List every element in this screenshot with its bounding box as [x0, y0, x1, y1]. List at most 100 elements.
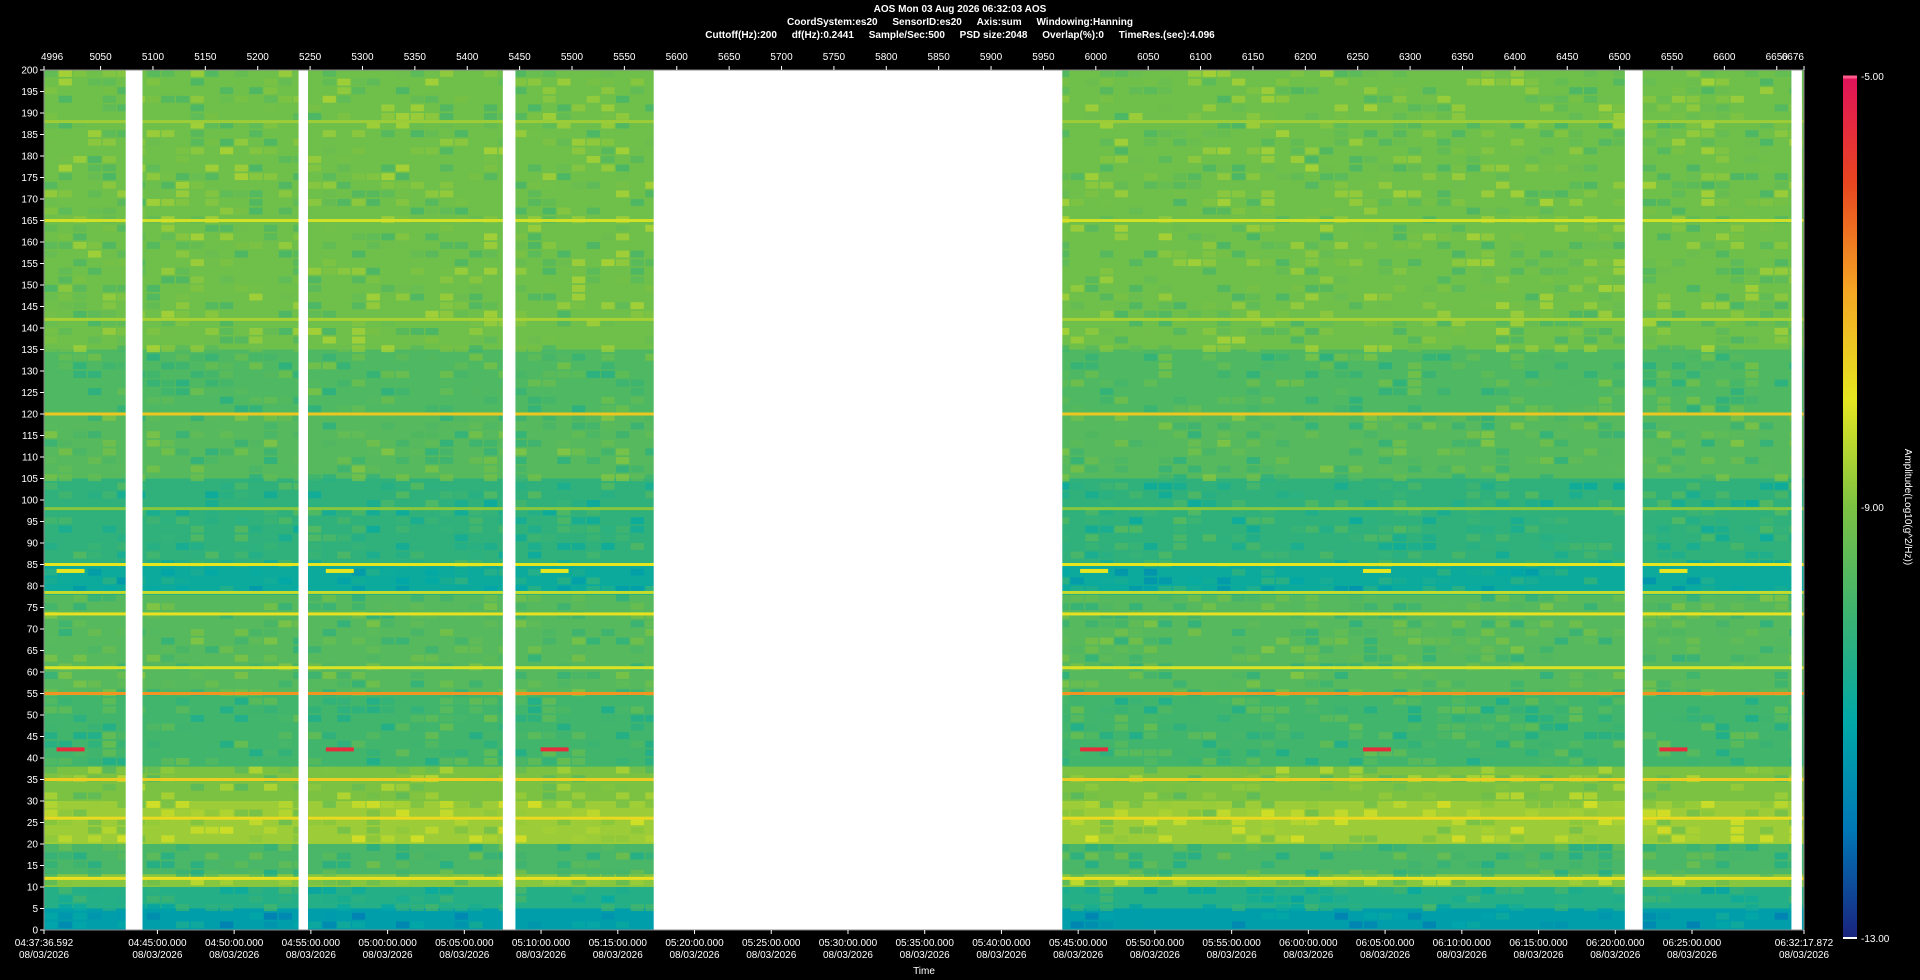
- heatmap-cell: [528, 620, 542, 628]
- heatmap-cell: [234, 482, 248, 490]
- heatmap-cell: [1584, 345, 1598, 353]
- heatmap-cell: [396, 181, 410, 189]
- heatmap-cell: [352, 379, 366, 387]
- heatmap-cell: [1525, 267, 1539, 275]
- heatmap-cell: [1261, 740, 1275, 748]
- heatmap-cell: [44, 224, 58, 232]
- heatmap-cell: [1496, 835, 1510, 843]
- heatmap-cell: [1393, 164, 1407, 172]
- heatmap-cell: [528, 250, 542, 258]
- heatmap-cell: [557, 439, 571, 447]
- heatmap-cell: [1745, 654, 1759, 662]
- heatmap-cell: [1774, 242, 1788, 249]
- heatmap-cell: [1290, 259, 1304, 267]
- heatmap-cell: [337, 534, 351, 542]
- heatmap-cell: [542, 242, 556, 249]
- heatmap-cell: [1334, 543, 1348, 550]
- heatmap-cell: [1569, 543, 1583, 550]
- heatmap-cell: [572, 405, 586, 413]
- heatmap-cell: [337, 379, 351, 387]
- heatmap-cell: [146, 190, 160, 198]
- heatmap-cell: [1144, 715, 1158, 722]
- heatmap-cell: [146, 181, 160, 189]
- heatmap-cell: [1496, 715, 1510, 722]
- heatmap-cell: [1745, 371, 1759, 378]
- heatmap-cell: [1701, 474, 1715, 482]
- heatmap-cell: [1730, 448, 1744, 456]
- heatmap-cell: [366, 465, 380, 473]
- heatmap-cell: [1496, 740, 1510, 748]
- heatmap-cell: [425, 465, 439, 473]
- heatmap-cell: [1730, 224, 1744, 232]
- heatmap-cell: [1202, 70, 1216, 77]
- heatmap-cell: [1642, 801, 1656, 808]
- heatmap-cell: [557, 517, 571, 525]
- heatmap-cell: [1408, 457, 1422, 464]
- heatmap-cell: [1466, 758, 1480, 765]
- heatmap-cell: [1584, 577, 1598, 585]
- heatmap-cell: [1070, 448, 1084, 456]
- heatmap-cell: [190, 672, 204, 679]
- heatmap-cell: [381, 439, 395, 447]
- heatmap-cell: [1672, 629, 1686, 636]
- heatmap-cell: [1305, 242, 1319, 249]
- heatmap-cell: [542, 87, 556, 95]
- heatmap-cell: [1378, 457, 1392, 464]
- heatmap-cell: [1686, 164, 1700, 172]
- heatmap-cell: [234, 491, 248, 499]
- heatmap-cell: [44, 345, 58, 353]
- heatmap-cell: [542, 732, 556, 740]
- heatmap-cell: [630, 87, 644, 95]
- heatmap-cell: [146, 603, 160, 611]
- heatmap-cell: [1217, 594, 1231, 602]
- heatmap-cell: [616, 594, 630, 602]
- heatmap-cell: [1085, 637, 1099, 645]
- heatmap-cell: [542, 95, 556, 103]
- heatmap-cell: [1510, 78, 1524, 86]
- heatmap-cell: [220, 371, 234, 378]
- heatmap-cell: [1378, 173, 1392, 181]
- heatmap-cell: [1760, 715, 1774, 722]
- heatmap-cell: [1349, 267, 1363, 275]
- heatmap-cell: [1701, 138, 1715, 146]
- heatmap-cell: [601, 70, 615, 77]
- heatmap-cell: [234, 680, 248, 688]
- heatmap-cell: [1393, 577, 1407, 585]
- heatmap-cell: [322, 328, 336, 335]
- heatmap-cell: [1100, 70, 1114, 77]
- heatmap-cell: [381, 620, 395, 628]
- heatmap-cell: [410, 680, 424, 688]
- heatmap-cell: [1466, 861, 1480, 869]
- heatmap-cell: [1466, 233, 1480, 241]
- heatmap-cell: [1452, 285, 1466, 292]
- heatmap-cell: [73, 809, 87, 817]
- heatmap-cell: [176, 379, 190, 387]
- heatmap-cell: [1070, 199, 1084, 206]
- heatmap-cell: [1085, 723, 1099, 731]
- heatmap-cell: [1261, 199, 1275, 206]
- heatmap-cell: [1393, 362, 1407, 370]
- heatmap-cell: [1085, 345, 1099, 353]
- heatmap-cell: [1657, 637, 1671, 645]
- heatmap-cell: [1290, 267, 1304, 275]
- heatmap-cell: [73, 792, 87, 800]
- heatmap-cell: [58, 207, 72, 215]
- heatmap-cell: [440, 70, 454, 77]
- heatmap-cell: [1085, 353, 1099, 361]
- heatmap-cell: [1408, 697, 1422, 705]
- heatmap-cell: [44, 113, 58, 120]
- heatmap-cell: [1760, 534, 1774, 542]
- heatmap-cell: [1760, 766, 1774, 774]
- heatmap-cell: [308, 732, 322, 740]
- heatmap-cell: [1569, 706, 1583, 714]
- heatmap-cell: [484, 104, 498, 112]
- heatmap-cell: [1129, 302, 1143, 310]
- heatmap-cell: [190, 869, 204, 877]
- heatmap-cell: [1525, 594, 1539, 602]
- heatmap-cell: [58, 164, 72, 172]
- heatmap-cell: [1276, 242, 1290, 249]
- heatmap-cell: [1114, 740, 1128, 748]
- heatmap-cell: [440, 474, 454, 482]
- heatmap-cell: [1305, 267, 1319, 275]
- heatmap-cell: [1774, 474, 1788, 482]
